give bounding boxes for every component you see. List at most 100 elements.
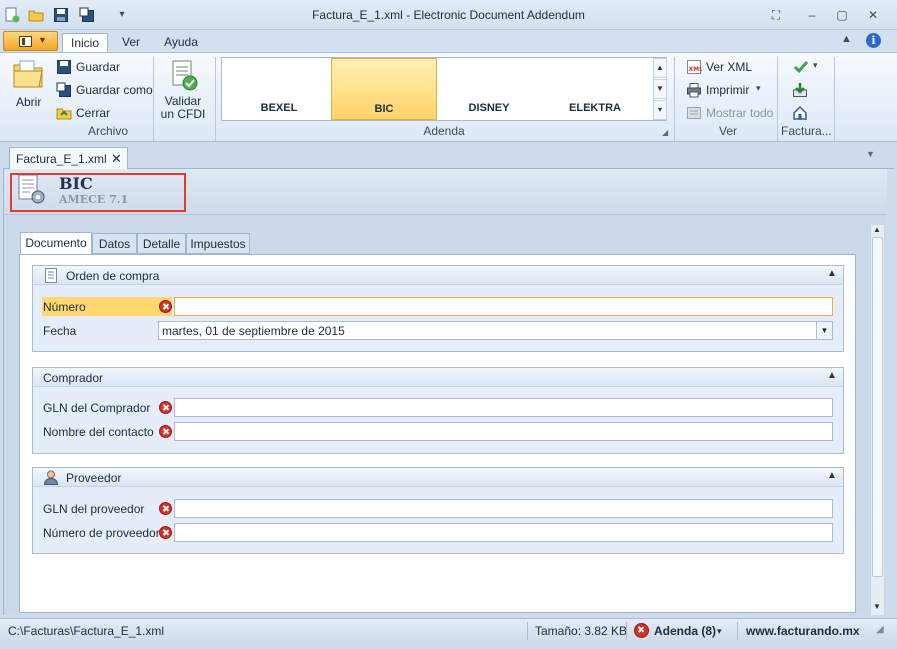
fecha-value: martes, 01 de septiembre de 2015 — [162, 324, 345, 338]
cerrar-button[interactable]: Cerrar — [76, 106, 110, 120]
numero-input[interactable] — [174, 297, 833, 316]
restore-layout-icon[interactable]: ⛶ — [769, 8, 783, 22]
tab-detalle[interactable]: Detalle — [137, 233, 186, 254]
numero-proveedor-input[interactable] — [174, 523, 833, 542]
check-dropdown-icon[interactable]: ▾ — [813, 60, 818, 71]
gallery-scroll-down-icon[interactable]: ▼ — [653, 79, 667, 99]
printer-icon — [687, 83, 701, 98]
adenda-header: BIC AMECE 7.1 — [4, 169, 887, 215]
error-icon — [159, 401, 172, 414]
list-icon — [45, 268, 57, 283]
collapse-group-icon[interactable]: ▲ — [827, 470, 837, 481]
gln-comprador-row: GLN del Comprador — [33, 398, 843, 418]
error-icon — [159, 300, 172, 313]
error-icon — [159, 502, 172, 515]
imprimir-dropdown-icon[interactable]: ▾ — [756, 83, 761, 94]
tab-list-dropdown-icon[interactable]: ▼ — [866, 149, 875, 159]
minimize-icon[interactable]: – — [805, 8, 819, 22]
gallery-expand-icon[interactable]: ▾ — [653, 100, 667, 120]
tab-datos[interactable]: Datos — [92, 233, 137, 254]
info-icon[interactable]: i — [866, 33, 881, 48]
tab-inicio[interactable]: Inicio — [62, 33, 108, 52]
group-separator — [153, 57, 154, 141]
scroll-thumb[interactable] — [872, 237, 883, 577]
home-icon[interactable] — [792, 105, 808, 121]
group-header[interactable]: Comprador ▲ — [33, 368, 843, 387]
ver-group-label: Ver — [718, 124, 737, 138]
collapse-group-icon[interactable]: ▲ — [827, 268, 837, 279]
group-title: Comprador — [43, 371, 104, 385]
group-separator — [674, 57, 675, 141]
chevron-down-icon: ▼ — [38, 35, 47, 45]
adenda-dropdown-icon[interactable]: ▾ — [717, 626, 722, 637]
gallery-scroll-up-icon[interactable]: ▲ — [653, 58, 667, 78]
group-separator — [834, 57, 835, 141]
numero-proveedor-label: Número de proveedor — [43, 526, 160, 540]
website-link[interactable]: www.facturando.mx — [746, 624, 860, 638]
file-path: C:\Facturas\Factura_E_1.xml — [8, 624, 165, 638]
document-tab-label: Factura_E_1.xml — [16, 152, 107, 166]
adenda-status-button[interactable]: Adenda (8) — [654, 624, 716, 638]
numero-proveedor-row: Número de proveedor — [33, 523, 843, 543]
status-separator — [626, 622, 627, 640]
error-icon — [634, 623, 649, 638]
nombre-contacto-input[interactable] — [174, 422, 833, 441]
numero-label: Número — [42, 297, 172, 316]
error-icon — [159, 526, 172, 539]
archivo-group-label: Archivo — [87, 124, 128, 138]
gln-proveedor-row: GLN del proveedor — [33, 499, 843, 519]
svg-text:XML: XML — [689, 66, 703, 73]
tab-ver[interactable]: Ver — [115, 33, 147, 52]
status-separator — [737, 622, 738, 640]
adenda-item-bexel[interactable]: BEXEL — [226, 58, 332, 120]
group-header[interactable]: Orden de compra ▲ — [33, 266, 843, 285]
tab-ayuda[interactable]: Ayuda — [158, 33, 204, 52]
group-separator — [215, 57, 216, 141]
group-header[interactable]: Proveedor ▲ — [33, 468, 843, 487]
scroll-down-icon[interactable]: ▼ — [873, 602, 881, 611]
resize-grip-icon[interactable]: ◢ — [876, 624, 884, 635]
guardar-button[interactable]: Guardar — [76, 60, 120, 74]
maximize-icon[interactable]: ▢ — [835, 8, 849, 22]
fecha-row: Fecha martes, 01 de septiembre de 2015 ▼ — [33, 321, 843, 341]
save-as-icon — [56, 82, 71, 97]
adenda-item-disney[interactable]: DISNEY — [436, 58, 542, 120]
tab-impuestos[interactable]: Impuestos — [186, 233, 250, 254]
adenda-item-elektra[interactable]: ELEKTRA — [542, 58, 648, 120]
scroll-up-icon[interactable]: ▲ — [873, 225, 881, 234]
guardar-como-button[interactable]: Guardar como — [76, 83, 153, 97]
gln-proveedor-input[interactable] — [174, 499, 833, 518]
group-title: Orden de compra — [66, 269, 160, 283]
documento-panel: Orden de compra ▲ Número Fecha martes, 0… — [19, 254, 856, 613]
file-size: Tamaño: 3.82 KB — [535, 624, 628, 638]
adenda-gallery: BEXEL BIC DISNEY ELEKTRA ▲ ▼ ▾ — [221, 57, 667, 121]
tab-documento[interactable]: Documento — [20, 232, 92, 255]
nombre-contacto-label: Nombre del contacto — [43, 425, 154, 439]
group-separator — [777, 57, 778, 141]
download-icon[interactable] — [792, 82, 808, 98]
document-tab[interactable]: Factura_E_1.xml ✕ — [9, 147, 128, 170]
close-tab-icon[interactable]: ✕ — [111, 151, 122, 167]
window-title: Factura_E_1.xml - Electronic Document Ad… — [312, 8, 585, 22]
orden-de-compra-group: Orden de compra ▲ Número Fecha martes, 0… — [32, 265, 844, 352]
validar-cfdi-button[interactable]: Validar un CFDI — [160, 95, 206, 121]
check-icon[interactable] — [793, 59, 809, 75]
imprimir-button[interactable]: Imprimir — [706, 83, 749, 97]
status-separator — [527, 622, 528, 640]
adenda-item-bic[interactable]: BIC — [331, 58, 437, 120]
dialog-launcher-icon[interactable]: ◢ — [662, 128, 668, 137]
ver-xml-button[interactable]: Ver XML — [706, 60, 752, 74]
error-icon — [159, 425, 172, 438]
abrir-button[interactable]: Abrir — [16, 95, 41, 109]
fecha-date-picker[interactable]: martes, 01 de septiembre de 2015 ▼ — [158, 321, 833, 340]
gln-comprador-input[interactable] — [174, 398, 833, 417]
adenda-group-label: Adenda — [423, 124, 465, 138]
collapse-ribbon-icon[interactable]: ▲ — [841, 33, 852, 45]
chevron-down-icon[interactable]: ▼ — [816, 322, 832, 339]
close-window-icon[interactable]: ✕ — [866, 8, 880, 22]
ribbon: Abrir Guardar Guardar como Cerrar Archiv… — [0, 52, 897, 142]
vertical-scrollbar[interactable]: ▲ ▼ — [870, 225, 884, 615]
application-menu-button[interactable]: ▼ — [3, 31, 58, 51]
collapse-group-icon[interactable]: ▲ — [827, 370, 837, 381]
mostrar-todo-button[interactable]: Mostrar todo — [706, 106, 773, 120]
